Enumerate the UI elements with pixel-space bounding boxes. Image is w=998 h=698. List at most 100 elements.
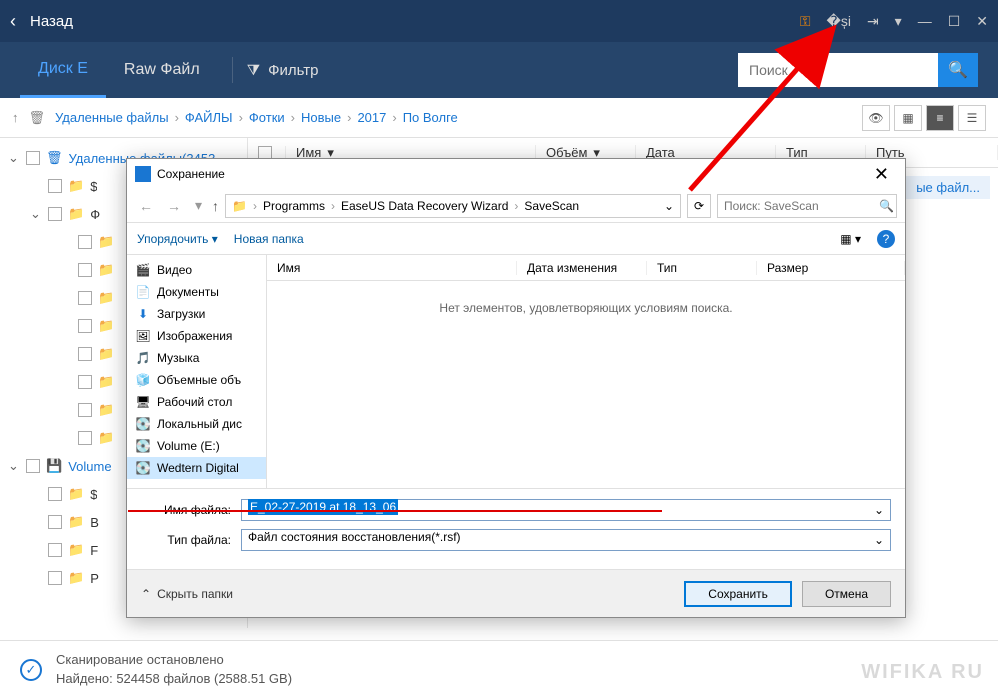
crumb-5[interactable]: По Волге: [403, 110, 458, 125]
sidebar-item-downloads[interactable]: ⬇Загрузки: [127, 303, 266, 325]
dropdown-icon[interactable]: ▾: [895, 13, 902, 30]
tree-item[interactable]: $: [90, 179, 97, 194]
back-label[interactable]: Назад: [30, 13, 73, 30]
chevron-down-icon[interactable]: ⌄: [874, 503, 884, 517]
dlg-col-size[interactable]: Размер: [757, 261, 905, 275]
nav-back-icon[interactable]: ←: [135, 198, 157, 214]
sidebar-item-music[interactable]: 🎵Музыка: [127, 347, 266, 369]
checkbox[interactable]: [78, 375, 92, 389]
dlg-col-name[interactable]: Имя: [267, 261, 517, 275]
checkbox[interactable]: [48, 207, 62, 221]
preview-button[interactable]: 👁: [862, 105, 890, 131]
sidebar-item-desktop[interactable]: 🖥Рабочий стол: [127, 391, 266, 413]
checkbox[interactable]: [78, 263, 92, 277]
crumb-1[interactable]: ФАЙЛЫ: [185, 110, 233, 125]
checkbox[interactable]: [48, 515, 62, 529]
save-button[interactable]: Сохранить: [684, 581, 792, 607]
grid-view-button[interactable]: ▦: [894, 105, 922, 131]
crumb-3[interactable]: Новые: [301, 110, 341, 125]
checkbox[interactable]: [78, 319, 92, 333]
organize-menu[interactable]: Упорядочить ▾: [137, 232, 218, 246]
filetype-select[interactable]: Файл состояния восстановления(*.rsf) ⌄: [241, 529, 891, 551]
funnel-icon: ⧩: [247, 62, 260, 79]
sidebar-item-documents[interactable]: 📄Документы: [127, 281, 266, 303]
sidebar-item-volume-e[interactable]: 💽Volume (E:): [127, 435, 266, 457]
checkbox[interactable]: [48, 571, 62, 585]
dlg-col-type[interactable]: Тип: [647, 261, 757, 275]
detail-view-button[interactable]: ☰: [958, 105, 986, 131]
checkbox[interactable]: [78, 431, 92, 445]
checkbox[interactable]: [78, 291, 92, 305]
maximize-icon[interactable]: ☐: [948, 13, 961, 30]
tree-item[interactable]: P: [90, 571, 99, 586]
sidebar-item-wedtern[interactable]: 💽Wedtern Digital: [127, 457, 266, 479]
tree-item[interactable]: F: [90, 543, 98, 558]
tree-volume[interactable]: Volume: [68, 459, 111, 474]
tab-raw-file[interactable]: Raw Файл: [106, 42, 218, 98]
checkbox[interactable]: [48, 487, 62, 501]
drive-icon: 💾: [46, 458, 62, 474]
path-seg-2[interactable]: SaveScan: [524, 199, 579, 213]
filename-value: E_02-27-2019 at 18_13_06: [248, 499, 398, 515]
crumb-4[interactable]: 2017: [357, 110, 386, 125]
minimize-icon[interactable]: —: [918, 13, 932, 29]
nav-up-icon[interactable]: ↑: [212, 198, 219, 214]
key-icon[interactable]: ⚿: [800, 13, 811, 30]
sidebar-item-pictures[interactable]: 🖼Изображения: [127, 325, 266, 347]
toolbar-divider: [232, 57, 233, 83]
dlg-col-modified[interactable]: Дата изменения: [517, 261, 647, 275]
checkbox[interactable]: [26, 459, 40, 473]
dialog-search-input[interactable]: [724, 199, 879, 213]
view-options-icon[interactable]: ▦ ▾: [840, 232, 861, 246]
folder-icon: 📁: [232, 199, 247, 213]
caret-down-icon[interactable]: ⌄: [8, 458, 20, 474]
close-icon[interactable]: ✕: [976, 13, 988, 30]
help-icon[interactable]: ?: [877, 230, 895, 248]
checkbox[interactable]: [78, 347, 92, 361]
import-icon[interactable]: ⇥: [867, 13, 879, 30]
share-icon[interactable]: �și: [826, 13, 850, 30]
dialog-search[interactable]: 🔍: [717, 194, 897, 218]
checkbox[interactable]: [78, 403, 92, 417]
folder-icon: 📁: [68, 570, 84, 586]
crumb-2[interactable]: Фотки: [249, 110, 285, 125]
nav-forward-icon[interactable]: →: [163, 198, 185, 214]
tree-item[interactable]: Ф: [90, 207, 100, 222]
nav-history-icon[interactable]: ▾: [191, 197, 206, 214]
address-bar[interactable]: 📁 › Programms› EaseUS Data Recovery Wiza…: [225, 194, 681, 218]
sidebar-item-3d[interactable]: 🧊Объемные объ: [127, 369, 266, 391]
dialog-close-icon[interactable]: ✕: [866, 164, 897, 185]
search-button[interactable]: 🔍: [938, 53, 978, 87]
caret-down-icon[interactable]: ⌄: [8, 150, 20, 166]
checkbox[interactable]: [26, 151, 40, 165]
search-input[interactable]: [738, 53, 938, 87]
new-folder-button[interactable]: Новая папка: [234, 232, 304, 246]
path-seg-0[interactable]: Programms: [263, 199, 325, 213]
chevron-down-icon[interactable]: ⌄: [664, 199, 674, 213]
caret-down-icon[interactable]: ⌄: [30, 206, 42, 222]
tab-disk-e[interactable]: Диск E: [20, 42, 106, 98]
status-line2: Найдено: 524458 файлов (2588.51 GB): [56, 670, 292, 688]
folder-icon: 📁: [98, 346, 114, 362]
chevron-down-icon[interactable]: ⌄: [874, 533, 884, 547]
empty-message: Нет элементов, удовлетворяющих условиям …: [267, 281, 905, 488]
tree-item[interactable]: $: [90, 487, 97, 502]
folder-icon: 📁: [98, 374, 114, 390]
hide-folders-toggle[interactable]: ⌃Скрыть папки: [141, 587, 233, 601]
up-arrow-icon[interactable]: ↑: [12, 110, 19, 125]
checkbox[interactable]: [48, 179, 62, 193]
partial-row[interactable]: ые файл...: [906, 176, 990, 199]
crumb-0[interactable]: Удаленные файлы: [55, 110, 169, 125]
checkbox[interactable]: [48, 543, 62, 557]
tree-item[interactable]: B: [90, 515, 99, 530]
filter-button[interactable]: ⧩ Фильтр: [247, 62, 319, 79]
trash-icon[interactable]: 🗑: [29, 110, 46, 126]
list-view-button[interactable]: ≡: [926, 105, 954, 131]
cancel-button[interactable]: Отмена: [802, 581, 891, 607]
path-seg-1[interactable]: EaseUS Data Recovery Wizard: [341, 199, 508, 213]
sidebar-item-local-disk[interactable]: 💽Локальный дис: [127, 413, 266, 435]
sidebar-item-video[interactable]: 🎬Видео: [127, 259, 266, 281]
refresh-icon[interactable]: ⟳: [687, 194, 711, 218]
back-chevron-icon[interactable]: ‹: [10, 11, 16, 32]
checkbox[interactable]: [78, 235, 92, 249]
